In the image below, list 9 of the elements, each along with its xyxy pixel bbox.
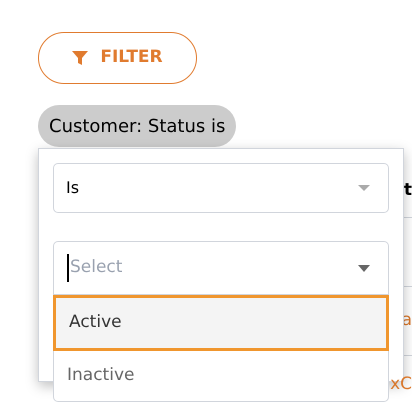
caret-icon <box>358 185 370 191</box>
table-cell: xC <box>390 374 412 394</box>
dropdown-option[interactable]: Inactive <box>54 351 388 401</box>
filter-icon <box>72 50 88 66</box>
dropdown-option[interactable]: Active <box>53 295 389 351</box>
column-header: t <box>404 178 412 202</box>
caret-icon <box>358 264 370 272</box>
operator-select[interactable]: Is <box>53 163 389 213</box>
filter-chip[interactable]: Customer: Status is <box>38 105 236 147</box>
